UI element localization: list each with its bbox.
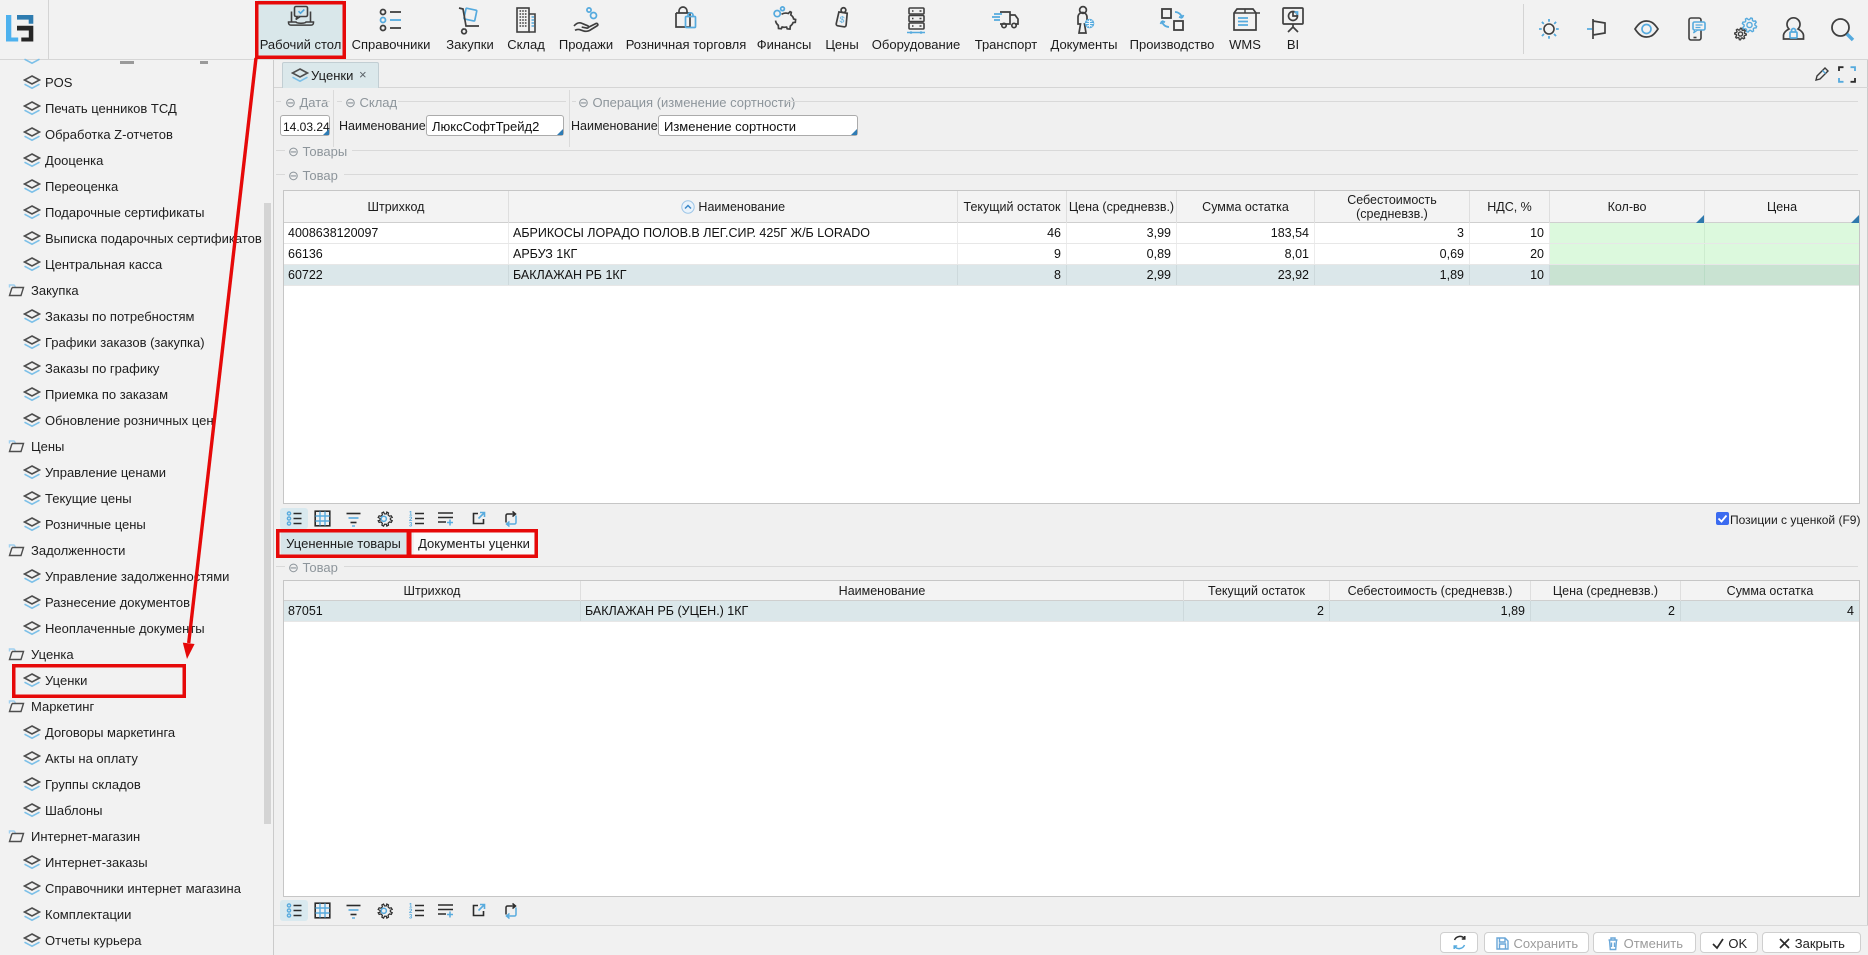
svg-text:$: $: [839, 14, 846, 25]
